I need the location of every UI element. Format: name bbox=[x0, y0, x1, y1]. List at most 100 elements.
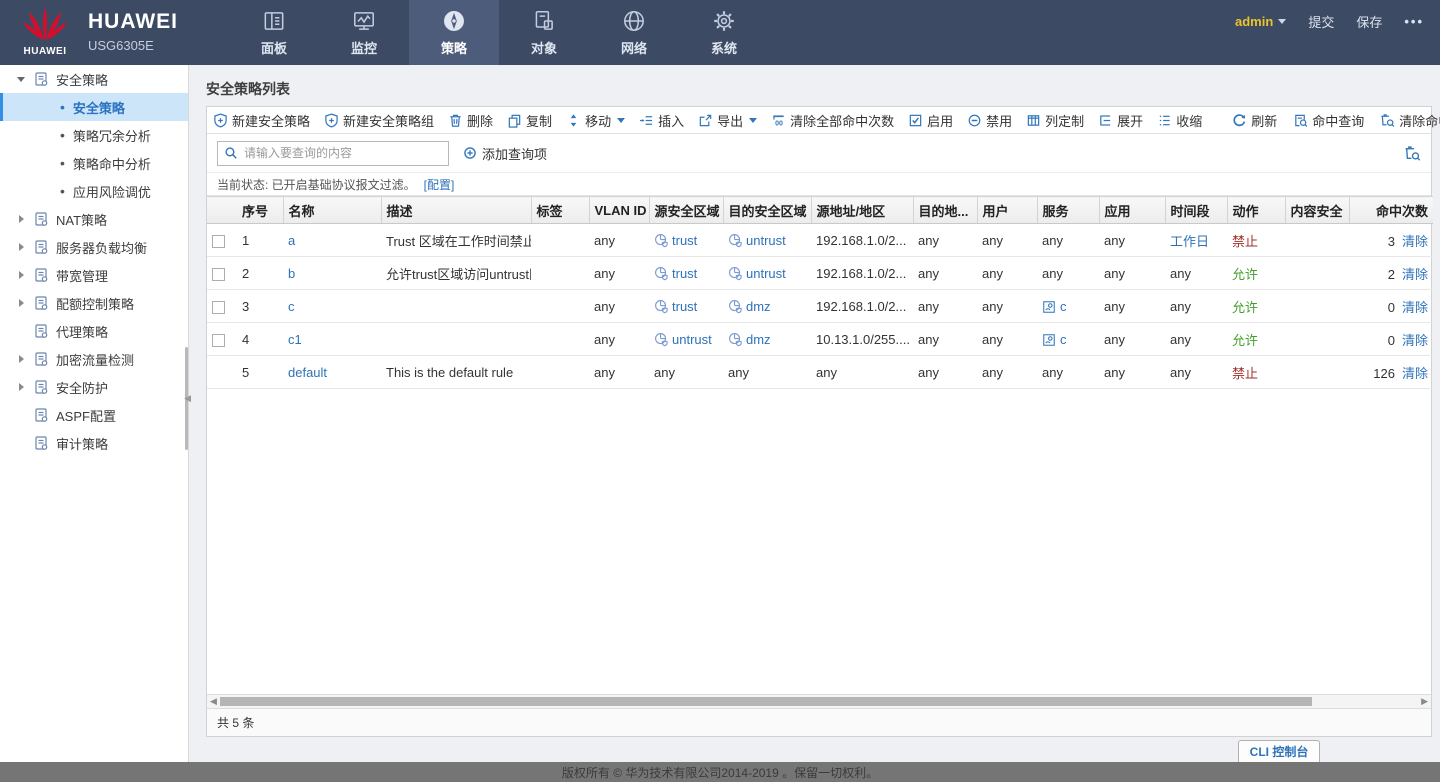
hit-count: 2 bbox=[1388, 267, 1395, 282]
disable-button[interactable]: 禁用 bbox=[967, 111, 1012, 130]
policy-name-link[interactable]: default bbox=[288, 365, 327, 380]
row-checkbox[interactable] bbox=[212, 268, 225, 281]
clear-all-hits-button[interactable]: 清除全部命中次数 bbox=[771, 111, 894, 130]
collapse-button[interactable]: 收缩 bbox=[1157, 111, 1202, 130]
sidebar-subitem-app-risk-tuning[interactable]: •应用风险调优 bbox=[0, 177, 188, 205]
sidebar-item-security-policy[interactable]: 安全策略 bbox=[0, 65, 188, 93]
dst-zone-link[interactable]: dmz bbox=[746, 299, 771, 314]
clear-hits-link[interactable]: 清除 bbox=[1402, 234, 1428, 249]
enable-button[interactable]: 启用 bbox=[908, 111, 953, 130]
customize-columns-button[interactable]: 列定制 bbox=[1026, 111, 1084, 130]
hit-count: 0 bbox=[1388, 333, 1395, 348]
toolbar-button-label: 新建安全策略 bbox=[232, 111, 310, 130]
monitor-icon bbox=[351, 8, 377, 34]
collapsed-arrow-icon[interactable] bbox=[16, 215, 26, 223]
policy-name-link[interactable]: c bbox=[288, 299, 295, 314]
hit-query-button[interactable]: 命中查询 bbox=[1293, 111, 1364, 130]
scroll-right-arrow-icon[interactable]: ▶ bbox=[1421, 696, 1428, 707]
expanded-arrow-icon[interactable] bbox=[16, 77, 26, 82]
scroll-left-arrow-icon[interactable]: ◀ bbox=[210, 696, 217, 707]
clear-hits-link[interactable]: 清除 bbox=[1402, 300, 1428, 315]
new-policy-group-button[interactable]: 新建安全策略组 bbox=[324, 111, 434, 130]
collapsed-arrow-icon[interactable] bbox=[16, 243, 26, 251]
src-zone-link[interactable]: untrust bbox=[672, 332, 712, 347]
nav-tab-system[interactable]: 系统 bbox=[679, 0, 769, 65]
sidebar-item-bandwidth-mgmt[interactable]: 带宽管理 bbox=[0, 261, 188, 289]
copy-button[interactable]: 复制 bbox=[507, 111, 552, 130]
search-input[interactable] bbox=[244, 146, 442, 160]
status-config-link[interactable]: [配置] bbox=[424, 176, 455, 193]
service-link[interactable]: c bbox=[1060, 299, 1067, 314]
src-zone-link[interactable]: trust bbox=[672, 299, 697, 314]
export-icon bbox=[698, 113, 713, 128]
clear-hits-icon bbox=[771, 113, 786, 128]
refresh-button[interactable]: 刷新 bbox=[1232, 111, 1277, 130]
app-cell: any bbox=[1099, 290, 1165, 323]
cli-console-button[interactable]: CLI 控制台 bbox=[1238, 740, 1320, 762]
desc-cell: This is the default rule bbox=[381, 356, 531, 389]
collapsed-arrow-icon[interactable] bbox=[16, 383, 26, 391]
save-button[interactable]: 保存 bbox=[1356, 12, 1382, 31]
sidebar-subitem-policy-hit-analysis[interactable]: •策略命中分析 bbox=[0, 149, 188, 177]
move-icon bbox=[566, 113, 581, 128]
export-button[interactable]: 导出 bbox=[698, 111, 757, 130]
sidebar-item-security-protection[interactable]: 安全防护 bbox=[0, 373, 188, 401]
sidebar-item-nat-policy[interactable]: NAT策略 bbox=[0, 205, 188, 233]
insert-button[interactable]: 插入 bbox=[639, 111, 684, 130]
move-button[interactable]: 移动 bbox=[566, 111, 625, 130]
sidebar-subitem-security-policy[interactable]: •安全策略 bbox=[0, 93, 188, 121]
sidebar-item-audit-policy[interactable]: 审计策略 bbox=[0, 429, 188, 457]
add-query-button[interactable]: 添加查询项 bbox=[463, 144, 547, 163]
sidebar-subitem-policy-redundancy-analysis[interactable]: •策略冗余分析 bbox=[0, 121, 188, 149]
clear-hit-query-button[interactable]: 清除命中查询 bbox=[1380, 111, 1440, 130]
clear-hits-link[interactable]: 清除 bbox=[1402, 333, 1428, 348]
scrollbar-thumb[interactable] bbox=[220, 697, 1312, 706]
row-checkbox[interactable] bbox=[212, 235, 225, 248]
clear-hits-link[interactable]: 清除 bbox=[1402, 366, 1428, 381]
nav-tab-policy[interactable]: 策略 bbox=[409, 0, 499, 65]
clear-hits-link[interactable]: 清除 bbox=[1402, 267, 1428, 282]
delete-button[interactable]: 删除 bbox=[448, 111, 493, 130]
sidebar-item-aspf-config[interactable]: ASPF配置 bbox=[0, 401, 188, 429]
policy-name-link[interactable]: c1 bbox=[288, 332, 302, 347]
sidebar-item-server-load-balance[interactable]: 服务器负载均衡 bbox=[0, 233, 188, 261]
row-checkbox[interactable] bbox=[212, 301, 225, 314]
nav-tab-network[interactable]: 网络 bbox=[589, 0, 679, 65]
action-link[interactable]: 禁止 bbox=[1232, 366, 1258, 381]
action-link[interactable]: 允许 bbox=[1232, 333, 1258, 348]
src-zone-link[interactable]: trust bbox=[672, 266, 697, 281]
nav-tab-object[interactable]: 对象 bbox=[499, 0, 589, 65]
time-cell: any bbox=[1165, 356, 1227, 389]
collapsed-arrow-icon[interactable] bbox=[16, 271, 26, 279]
dst-zone-link[interactable]: untrust bbox=[746, 266, 786, 281]
huawei-logo: HUAWEI bbox=[14, 6, 76, 57]
vlan-cell: any bbox=[589, 224, 649, 257]
more-menu-button[interactable]: ••• bbox=[1404, 14, 1424, 29]
row-checkbox[interactable] bbox=[212, 334, 225, 347]
dst-zone-link[interactable]: untrust bbox=[746, 233, 786, 248]
sidebar-item-quota-control-policy[interactable]: 配额控制策略 bbox=[0, 289, 188, 317]
time-range-link[interactable]: 工作日 bbox=[1170, 234, 1209, 249]
policy-name-link[interactable]: a bbox=[288, 233, 295, 248]
dst-zone-link[interactable]: dmz bbox=[746, 332, 771, 347]
service-link[interactable]: c bbox=[1060, 332, 1067, 347]
expand-button[interactable]: 展开 bbox=[1098, 111, 1143, 130]
horizontal-scrollbar[interactable]: ◀ ▶ bbox=[207, 694, 1431, 709]
nav-tab-dashboard[interactable]: 面板 bbox=[229, 0, 319, 65]
sidebar-item-proxy-policy[interactable]: 代理策略 bbox=[0, 317, 188, 345]
src-zone-link[interactable]: trust bbox=[672, 233, 697, 248]
action-link[interactable]: 允许 bbox=[1232, 300, 1258, 315]
user-menu[interactable]: admin bbox=[1235, 14, 1286, 29]
clear-search-icon[interactable] bbox=[1404, 145, 1421, 162]
collapsed-arrow-icon[interactable] bbox=[16, 299, 26, 307]
submit-button[interactable]: 提交 bbox=[1308, 12, 1334, 31]
collapsed-arrow-icon[interactable] bbox=[16, 355, 26, 363]
new-policy-button[interactable]: 新建安全策略 bbox=[213, 111, 310, 130]
tag-cell bbox=[531, 257, 589, 290]
column-header-3: 描述 bbox=[381, 197, 531, 224]
nav-tab-monitor[interactable]: 监控 bbox=[319, 0, 409, 65]
policy-name-link[interactable]: b bbox=[288, 266, 295, 281]
action-link[interactable]: 允许 bbox=[1232, 267, 1258, 282]
sidebar-item-encrypted-traffic-detection[interactable]: 加密流量检测 bbox=[0, 345, 188, 373]
action-link[interactable]: 禁止 bbox=[1232, 234, 1258, 249]
